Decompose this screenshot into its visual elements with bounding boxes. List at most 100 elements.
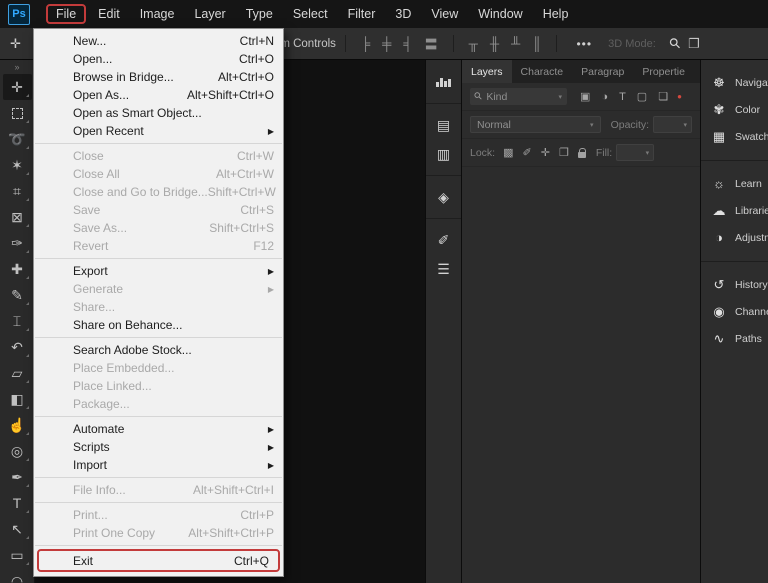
distribute-spacing-icon[interactable]: ║ xyxy=(532,36,541,51)
brush-tool[interactable]: ✎ xyxy=(3,282,32,308)
file-menu-dropdown: New... Ctrl+N Open... Ctrl+O Browse in Bridg… xyxy=(33,28,284,577)
color-label: Color xyxy=(735,103,761,116)
clone-stamp-tool[interactable]: ⌶ xyxy=(3,308,32,334)
hand-tool[interactable]: ◠ xyxy=(3,568,32,583)
tab-paragrap[interactable]: Paragrap xyxy=(572,60,633,83)
file-menu-item-browse-in-bridge[interactable]: Browse in Bridge... Alt+Ctrl+O xyxy=(34,68,283,86)
filter-smart-objects-icon[interactable]: ❏ xyxy=(658,90,668,103)
marquee-tool[interactable] xyxy=(3,100,32,126)
panel-button-navigator[interactable]: ☸ Navigat xyxy=(701,69,768,96)
tool-presets-panel-icon[interactable]: ☰ xyxy=(429,255,459,284)
file-menu-item-open[interactable]: Open... Ctrl+O xyxy=(34,50,283,68)
more-options-icon[interactable]: ••• xyxy=(576,37,592,51)
3d-panel-icon[interactable]: ◈ xyxy=(429,183,459,212)
blend-mode-select[interactable]: Normal ▾ xyxy=(470,116,601,133)
filter-toggle-dot[interactable]: ● xyxy=(677,92,682,101)
menu-item-filter[interactable]: Filter xyxy=(338,4,386,24)
file-menu-item-search-adobe-stock[interactable]: Search Adobe Stock... xyxy=(34,341,283,359)
rectangle-tool[interactable]: ▭ xyxy=(3,542,32,568)
filter-adjustment-layers-icon[interactable]: ◑ xyxy=(601,91,608,103)
lasso-tool[interactable]: ➰ xyxy=(3,126,32,152)
lock-pixels-icon[interactable]: ✐ xyxy=(523,146,532,159)
histogram-panel-icon[interactable] xyxy=(429,68,459,97)
align-right-edges-icon[interactable]: ╡ xyxy=(403,36,412,51)
lock-all-icon[interactable] xyxy=(577,147,587,158)
lock-artboard-icon[interactable]: ❐ xyxy=(559,146,569,159)
align-left-edges-icon[interactable]: ╞ xyxy=(361,36,370,51)
move-tool[interactable]: ✛ xyxy=(2,74,32,100)
path-select-tool[interactable]: ↖ xyxy=(3,516,32,542)
info-panel-icon[interactable]: ▤ xyxy=(429,111,459,140)
panel-group-separator xyxy=(701,253,768,262)
menu-item-help[interactable]: Help xyxy=(533,4,579,24)
menu-item-type[interactable]: Type xyxy=(236,4,283,24)
file-menu-item-automate[interactable]: Automate ▶ xyxy=(34,420,283,438)
filter-shape-layers-icon[interactable]: ▢ xyxy=(637,90,647,103)
type-tool[interactable]: T xyxy=(3,490,32,516)
magic-wand-tool[interactable]: ✶ xyxy=(3,152,32,178)
menu-item-label: Save xyxy=(73,203,101,217)
opacity-field[interactable]: ▾ xyxy=(653,116,692,133)
panel-button-history[interactable]: ↺ History xyxy=(701,271,768,298)
align-bottom-edges-icon[interactable]: ╨ xyxy=(511,36,520,51)
menu-item-edit[interactable]: Edit xyxy=(88,4,130,24)
lock-position-icon[interactable]: ✛ xyxy=(541,146,550,159)
dodge-tool[interactable]: ◎ xyxy=(3,438,32,464)
panel-button-channels[interactable]: ◉ Channe xyxy=(701,298,768,325)
search-icon[interactable]: ⚲ xyxy=(665,34,684,53)
brush-settings-panel-icon[interactable]: ✐ xyxy=(429,226,459,255)
align-horizontal-centers-icon[interactable]: ╪ xyxy=(382,36,391,51)
menu-item-layer[interactable]: Layer xyxy=(184,4,235,24)
eyedropper-tool[interactable]: ✑ xyxy=(3,230,32,256)
eraser-tool[interactable]: ▱ xyxy=(3,360,32,386)
panel-button-paths[interactable]: ∿ Paths xyxy=(701,325,768,352)
file-menu-item-open-as[interactable]: Open As... Alt+Shift+Ctrl+O xyxy=(34,86,283,104)
workspace-switcher-icon[interactable]: ❐ xyxy=(688,36,700,52)
file-menu-item-open-recent[interactable]: Open Recent ▶ xyxy=(34,122,283,140)
menu-item-file[interactable]: File xyxy=(46,4,87,24)
toolbar-collapse-icon[interactable]: » xyxy=(14,61,19,74)
file-menu-item-export[interactable]: Export ▶ xyxy=(34,262,283,280)
file-menu-item-import[interactable]: Import ▶ xyxy=(34,456,283,474)
panel-button-color[interactable]: ✾ Color xyxy=(701,96,768,123)
file-menu-item-exit[interactable]: Exit Ctrl+Q xyxy=(39,551,278,570)
crop-tool-icon: ⌗ xyxy=(13,182,21,199)
healing-brush-tool[interactable]: ✚ xyxy=(3,256,32,282)
tab-propertie[interactable]: Propertie xyxy=(633,60,694,83)
file-menu-item-share-on-behance[interactable]: Share on Behance... xyxy=(34,316,283,334)
file-menu-item-open-as-smart-object[interactable]: Open as Smart Object... xyxy=(34,104,283,122)
fill-field[interactable]: ▾ xyxy=(616,144,655,161)
menu-item-view[interactable]: View xyxy=(421,4,468,24)
distribute-horizontal-icon[interactable]: 〓 xyxy=(425,34,438,53)
panel-button-libraries[interactable]: ☁ Librarie xyxy=(701,197,768,224)
file-menu-item-new[interactable]: New... Ctrl+N xyxy=(34,32,283,50)
magic-wand-tool-icon: ✶ xyxy=(11,156,23,173)
filter-pixel-layers-icon[interactable]: ▣ xyxy=(580,90,590,103)
file-menu-item-scripts[interactable]: Scripts ▶ xyxy=(34,438,283,456)
menu-item-image[interactable]: Image xyxy=(130,4,185,24)
tab-characte[interactable]: Characte xyxy=(512,60,573,83)
gradient-tool[interactable]: ◧ xyxy=(3,386,32,412)
panel-button-learn[interactable]: ☼ Learn xyxy=(701,170,768,197)
history-brush-tool[interactable]: ↶ xyxy=(3,334,32,360)
lock-transparency-icon[interactable]: ▩ xyxy=(503,146,513,159)
tab-layers[interactable]: Layers xyxy=(462,60,512,83)
align-top-edges-icon[interactable]: ╥ xyxy=(469,36,478,51)
pen-tool[interactable]: ✒ xyxy=(3,464,32,490)
notes-panel-icon[interactable]: ▥ xyxy=(429,140,459,169)
frame-tool[interactable]: ⊠ xyxy=(3,204,32,230)
filter-type-layers-icon[interactable]: T xyxy=(619,91,626,103)
panel-group-separator xyxy=(701,152,768,161)
menu-item-label: Place Embedded... xyxy=(73,361,175,375)
menu-item-window[interactable]: Window xyxy=(468,4,532,24)
layer-filter-kind-select[interactable]: ⚲ Kind ▾ xyxy=(470,88,567,105)
menu-item-3d[interactable]: 3D xyxy=(385,4,421,24)
menu-item-select[interactable]: Select xyxy=(283,4,338,24)
menu-item-shortcut: Alt+Shift+Ctrl+P xyxy=(188,526,274,540)
smudge-tool[interactable]: ☝ xyxy=(3,412,32,438)
align-vertical-centers-icon[interactable]: ╫ xyxy=(490,36,499,51)
chevron-down-icon: ▾ xyxy=(590,121,594,129)
crop-tool[interactable]: ⌗ xyxy=(3,178,32,204)
panel-button-adjustments[interactable]: ◑ Adjustm xyxy=(701,224,768,251)
panel-button-swatches[interactable]: ▦ Swatche xyxy=(701,123,768,150)
